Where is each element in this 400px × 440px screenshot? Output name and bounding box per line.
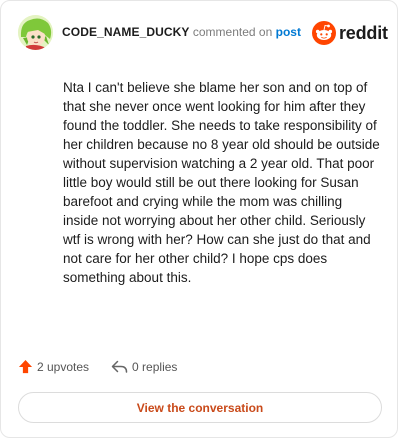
- reddit-wordmark: reddit: [339, 22, 388, 43]
- comment-header: CODE_NAME_DUCKY commented on post: [62, 25, 301, 39]
- username[interactable]: CODE_NAME_DUCKY: [62, 25, 190, 39]
- upvote-arrow-icon: [18, 359, 33, 374]
- reddit-snoo-icon: [312, 21, 336, 45]
- comment-body: Nta I can't believe she blame her son an…: [63, 80, 380, 285]
- reply-arrow-icon: [111, 360, 128, 373]
- commented-on-text: commented on: [192, 25, 273, 39]
- reddit-logo[interactable]: reddit: [312, 21, 388, 45]
- comment-card: CODE_NAME_DUCKY commented on post reddit…: [0, 0, 398, 438]
- upvotes-count: 2 upvotes: [37, 359, 90, 374]
- avatar[interactable]: [18, 15, 53, 50]
- upvotes[interactable]: 2 upvotes: [18, 359, 89, 374]
- comment-actions: 2 upvotes 0 replies: [18, 359, 177, 374]
- replies-count: 0 replies: [132, 359, 178, 374]
- view-conversation-button[interactable]: View the conversation: [18, 392, 382, 423]
- replies[interactable]: 0 replies: [111, 360, 177, 374]
- post-link[interactable]: post: [276, 25, 301, 39]
